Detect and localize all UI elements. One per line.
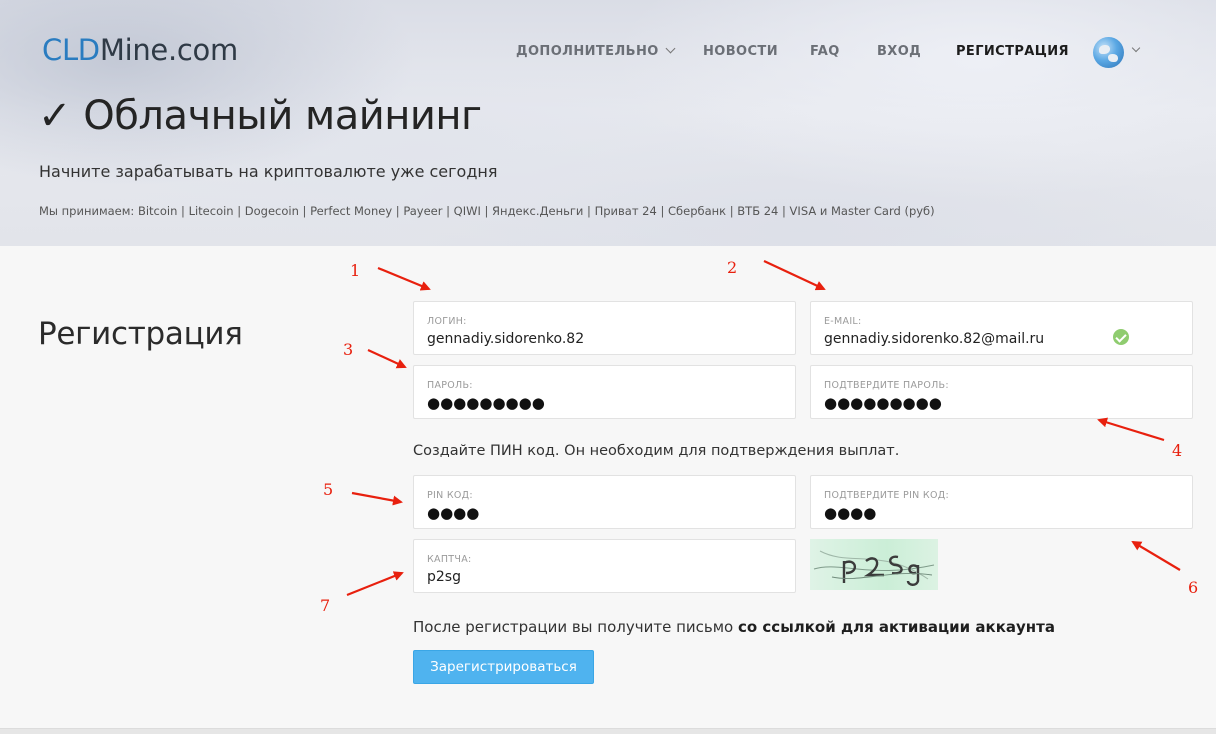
hero-banner: CLDMine.com ДОПОЛНИТЕЛЬНО НОВОСТИ FAQ ВХ… <box>0 0 1216 246</box>
nav-login[interactable]: ВХОД <box>877 44 921 59</box>
activation-note: После регистрации вы получите письмо со … <box>413 618 1055 636</box>
annotation-number-5: 5 <box>323 480 334 499</box>
annotation-number-1: 1 <box>350 261 361 280</box>
globe-land-shape <box>1108 54 1118 62</box>
globe-icon[interactable] <box>1093 37 1124 68</box>
captcha-field-value: p2sg <box>427 569 461 585</box>
nav-more[interactable]: ДОПОЛНИТЕЛЬНО <box>516 43 676 59</box>
annotation-number-7: 7 <box>320 596 331 615</box>
login-field[interactable]: ЛОГИН: gennadiy.sidorenko.82 <box>413 301 796 355</box>
pin-confirm-label: ПОДТВЕРДИТЕ PIN КОД: <box>824 490 949 501</box>
register-button[interactable]: Зарегистрироваться <box>413 650 594 684</box>
activation-note-bold: со ссылкой для активации аккаунта <box>738 618 1055 636</box>
email-field-label: E-MAIL: <box>824 316 862 327</box>
captcha-image <box>810 539 938 590</box>
captcha-glyphs <box>813 550 935 586</box>
annotation-number-3: 3 <box>343 340 354 359</box>
hero-subtitle: Начните зарабатывать на криптовалюте уже… <box>39 162 498 181</box>
chevron-down-icon <box>665 43 676 54</box>
footer-divider <box>0 728 1216 734</box>
hero-title: ✓ Облачный майнинг <box>38 93 482 139</box>
password-field[interactable]: ПАРОЛЬ: ●●●●●●●●● <box>413 365 796 419</box>
pin-field[interactable]: PIN КОД: ●●●● <box>413 475 796 529</box>
pin-instruction: Создайте ПИН код. Он необходим для подтв… <box>413 443 900 459</box>
email-field[interactable]: E-MAIL: gennadiy.sidorenko.82@mail.ru <box>810 301 1193 355</box>
annotation-number-6: 6 <box>1188 578 1199 597</box>
password-confirm-label: ПОДТВЕРДИТЕ ПАРОЛЬ: <box>824 380 949 391</box>
pin-confirm-field[interactable]: ПОДТВЕРДИТЕ PIN КОД: ●●●● <box>810 475 1193 529</box>
annotation-number-2: 2 <box>727 258 738 277</box>
annotation-number-4: 4 <box>1172 441 1183 460</box>
globe-land-shape <box>1099 45 1110 54</box>
password-confirm-value: ●●●●●●●●● <box>824 394 942 412</box>
payment-methods-text: Мы принимаем: Bitcoin | Litecoin | Dogec… <box>39 204 935 218</box>
valid-check-icon <box>1113 329 1129 345</box>
password-field-label: ПАРОЛЬ: <box>427 380 473 391</box>
captcha-field-label: КАПТЧА: <box>427 554 472 565</box>
pin-confirm-value: ●●●● <box>824 504 877 522</box>
registration-heading: Регистрация <box>38 316 243 352</box>
nav-faq[interactable]: FAQ <box>810 44 840 59</box>
main-nav: ДОПОЛНИТЕЛЬНО НОВОСТИ FAQ ВХОД РЕГИСТРАЦ… <box>0 43 1216 64</box>
nav-news[interactable]: НОВОСТИ <box>703 44 778 59</box>
nav-register[interactable]: РЕГИСТРАЦИЯ <box>956 44 1069 59</box>
pin-field-value: ●●●● <box>427 504 480 522</box>
password-field-value: ●●●●●●●●● <box>427 394 545 412</box>
login-field-label: ЛОГИН: <box>427 316 467 327</box>
pin-field-label: PIN КОД: <box>427 490 473 501</box>
activation-note-text: После регистрации вы получите письмо <box>413 618 738 636</box>
captcha-field[interactable]: КАПТЧА: p2sg <box>413 539 796 593</box>
login-field-value: gennadiy.sidorenko.82 <box>427 331 585 347</box>
password-confirm-field[interactable]: ПОДТВЕРДИТЕ ПАРОЛЬ: ●●●●●●●●● <box>810 365 1193 419</box>
nav-more-label: ДОПОЛНИТЕЛЬНО <box>516 44 659 59</box>
email-field-value: gennadiy.sidorenko.82@mail.ru <box>824 331 1045 347</box>
